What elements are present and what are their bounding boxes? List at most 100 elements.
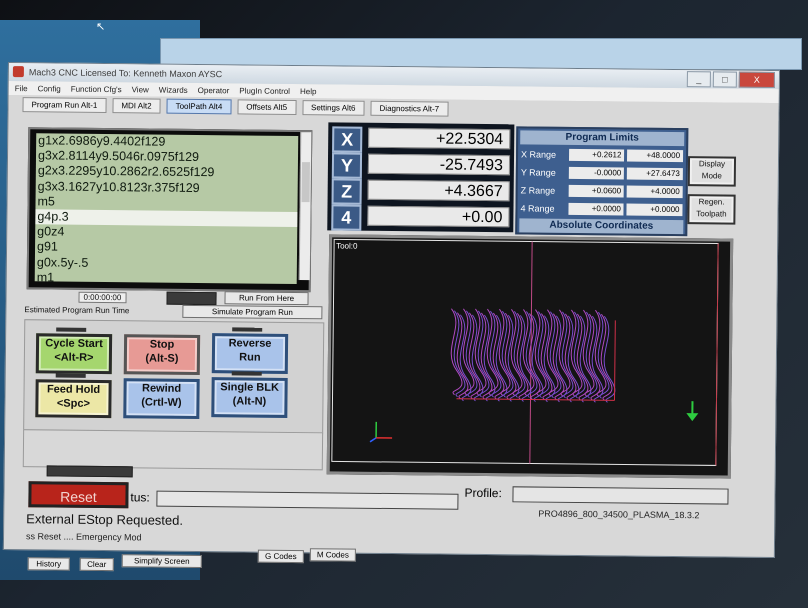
display-mode-label-1: Display: [698, 159, 726, 169]
close-button[interactable]: X: [738, 71, 775, 89]
stop-shortcut: (Alt-S): [145, 352, 179, 365]
toolpath-display[interactable]: Tool:0: [326, 234, 734, 479]
rewind-button[interactable]: Rewind (Crtl-W): [123, 378, 200, 420]
stop-button[interactable]: Stop (Alt-S): [123, 334, 201, 376]
profile-name: PRO4896_800_34500_PLASMA_18.3.2: [538, 508, 700, 521]
axis-4-label: 4: [331, 204, 362, 231]
tool-arrow-head-icon: [686, 413, 699, 422]
limit-row-x: X Range +0.2612 +48.0000: [521, 146, 684, 164]
status-label: tus:: [130, 490, 150, 505]
toolpath-curve: [603, 315, 616, 403]
feed-hold-label: Feed Hold: [46, 383, 101, 396]
regen-label-2: Toolpath: [696, 209, 727, 219]
tab-program-run[interactable]: Program Run Alt-1: [22, 96, 107, 113]
limit-max: +48.0000: [627, 149, 684, 163]
limit-row-y: Y Range -0.0000 +27.6473: [521, 164, 683, 182]
gcode-line[interactable]: g0x.5y-.5: [35, 255, 297, 273]
menu-wizards[interactable]: Wizards: [159, 85, 188, 94]
plot-edge-line: [715, 243, 719, 466]
menu-help[interactable]: Help: [300, 87, 317, 96]
cycle-start-led: [56, 327, 87, 332]
error-message: External EStop Requested.: [26, 511, 184, 528]
gcode-line[interactable]: g3x3.1627y10.8123r.375f129: [36, 179, 298, 197]
toolpath-curve: [519, 315, 532, 402]
menu-plugin-control[interactable]: PlugIn Control: [239, 86, 290, 96]
gcode-list[interactable]: g1x2.6986y9.4402f129 g3x2.8114y9.5046r.0…: [34, 133, 299, 285]
feed-hold-led: [55, 373, 86, 378]
g-codes-button[interactable]: G Codes: [257, 549, 304, 564]
toolpath-curve: [579, 315, 592, 403]
display-mode-label-2: Mode: [701, 171, 722, 181]
toolpath-curve: [543, 315, 556, 403]
plot-frame: [331, 238, 719, 466]
profile-field: [512, 486, 729, 505]
toolpath-curve: [459, 314, 472, 402]
reverse-run-led: [232, 327, 263, 332]
menu-config[interactable]: Config: [38, 84, 61, 93]
window-controls: _ □ X: [686, 71, 775, 89]
tab-mdi[interactable]: MDI Alt2: [112, 97, 161, 114]
toolpath-curve: [483, 314, 496, 402]
spare-panel: [22, 429, 324, 471]
limit-min: +0.2612: [568, 148, 625, 162]
program-limits-panel: Program Limits X Range +0.2612 +48.0000 …: [515, 126, 689, 237]
mach3-window: Mach3 CNC Licensed To: Kenneth Maxon AYS…: [2, 62, 780, 572]
minimize-button[interactable]: _: [686, 71, 711, 88]
limit-min: +0.0600: [568, 184, 625, 198]
tab-offsets[interactable]: Offsets Alt5: [237, 98, 297, 115]
toolpath-curve: [531, 315, 544, 402]
stop-label: Stop: [149, 338, 175, 351]
toolpath-curve: [507, 314, 520, 402]
limit-label: Z Range: [520, 185, 556, 196]
regen-label-1: Regen.: [698, 197, 725, 207]
run-time-value: 0:00:00:00: [78, 291, 127, 304]
simplify-screen-button[interactable]: Simplify Screen: [121, 554, 202, 569]
display-mode-button[interactable]: Display Mode: [687, 156, 737, 187]
window-title: Mach3 CNC Licensed To: Kenneth Maxon AYS…: [28, 67, 223, 80]
status-field: [156, 490, 459, 510]
menu-function-cfgs[interactable]: Function Cfg's: [71, 84, 122, 94]
clear-button[interactable]: Clear: [79, 557, 114, 572]
toolpath-curve: [471, 314, 484, 402]
menu-view[interactable]: View: [132, 85, 149, 94]
tab-settings[interactable]: Settings Alt6: [301, 99, 365, 116]
history-button[interactable]: History: [27, 557, 70, 571]
reset-button[interactable]: Reset: [28, 481, 129, 509]
toolpath-curve: [495, 314, 508, 402]
gcode-panel: g1x2.6986y9.4402f129 g3x2.8114y9.5046r.0…: [26, 127, 313, 293]
history-message: ss Reset .... Emergency Mod: [25, 531, 142, 543]
axis-z-indicator: [369, 437, 377, 443]
scrollbar-thumb[interactable]: [301, 162, 310, 203]
tab-diagnostics[interactable]: Diagnostics Alt-7: [370, 100, 449, 117]
run-time-label: Estimated Program Run Time: [24, 305, 130, 316]
gcode-line[interactable]: m1: [35, 270, 297, 284]
axis-y-value[interactable]: -25.7493: [367, 153, 511, 176]
regen-toolpath-button[interactable]: Regen. Toolpath: [687, 194, 736, 225]
single-blk-button[interactable]: Single BLK (Alt-N): [211, 377, 288, 418]
m-codes-button[interactable]: M Codes: [309, 548, 356, 562]
menu-file[interactable]: File: [15, 84, 28, 93]
app-icon: [12, 66, 24, 78]
feed-hold-button[interactable]: Feed Hold <Spc>: [35, 379, 112, 419]
axis-z-value[interactable]: +4.3667: [367, 179, 510, 202]
toolpath-curves: [450, 308, 616, 403]
simulate-program-run-button[interactable]: Simulate Program Run: [182, 304, 323, 320]
limit-row-4: 4 Range +0.0000 +0.0000: [520, 200, 683, 218]
cycle-start-label: Cycle Start: [45, 337, 103, 351]
cycle-start-button[interactable]: Cycle Start <Alt-R>: [35, 333, 113, 375]
tab-toolpath[interactable]: ToolPath Alt4: [166, 98, 232, 114]
gcode-scrollbar[interactable]: [298, 132, 312, 281]
limit-max: +4.0000: [627, 185, 683, 199]
mouse-cursor-icon: ↖: [96, 21, 106, 33]
run-from-here-button[interactable]: Run From Here: [224, 291, 309, 306]
maximize-button[interactable]: □: [712, 71, 737, 88]
absolute-coordinates-label: Absolute Coordinates: [519, 218, 684, 235]
limit-max: +0.0000: [626, 203, 683, 217]
limit-min: +0.0000: [568, 202, 624, 216]
menu-operator[interactable]: Operator: [198, 85, 230, 94]
limit-label: 4 Range: [520, 203, 555, 214]
reverse-run-button[interactable]: Reverse Run: [211, 333, 289, 374]
toolpath-svg: [331, 238, 719, 466]
axis-x-value[interactable]: +22.5304: [368, 127, 511, 150]
axis-4-value[interactable]: +0.00: [367, 205, 510, 228]
